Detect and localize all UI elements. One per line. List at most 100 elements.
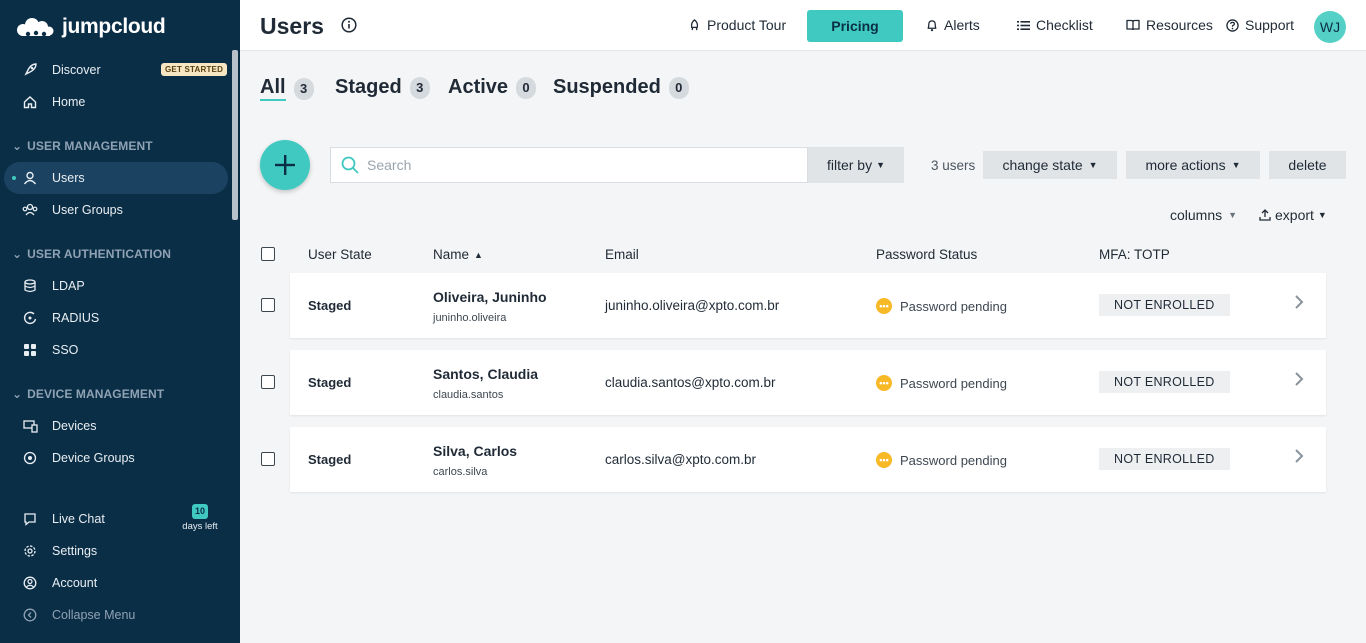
filter-by-dropdown[interactable]: filter by ▼ [808, 147, 904, 183]
support-link[interactable]: Support [1226, 17, 1294, 33]
column-header-email[interactable]: Email [605, 247, 639, 262]
clock-icon: ••• [876, 298, 892, 314]
resources-link[interactable]: Resources [1126, 17, 1213, 33]
column-header-mfa-totp[interactable]: MFA: TOTP [1099, 247, 1170, 262]
caret-down-icon: ▼ [876, 160, 886, 170]
section-device-management[interactable]: ⌄ DEVICE MANAGEMENT [12, 387, 164, 401]
search-input[interactable] [367, 157, 787, 173]
rocket-icon [690, 18, 699, 30]
tab-active[interactable]: Active 0 [448, 76, 537, 99]
tab-label: Suspended [553, 76, 661, 98]
checklist-label: Checklist [1036, 17, 1093, 33]
caret-down-icon: ▼ [1228, 210, 1238, 220]
sidebar-item-account[interactable]: Account [4, 567, 228, 599]
sidebar-item-label: LDAP [52, 279, 85, 293]
add-user-button[interactable] [260, 140, 310, 190]
resources-label: Resources [1146, 17, 1213, 33]
column-header-user-state[interactable]: User State [308, 247, 372, 262]
user-state: Staged [308, 298, 352, 313]
row-checkbox[interactable] [261, 452, 275, 466]
table-row[interactable]: Staged Oliveira, Juninho juninho.oliveir… [290, 273, 1326, 338]
chevron-right-icon[interactable] [1294, 371, 1304, 392]
password-status: ••• Password pending [876, 298, 1007, 314]
sort-ascending-icon: ▲ [474, 249, 483, 260]
chevron-right-icon[interactable] [1294, 448, 1304, 469]
caret-down-icon: ▼ [1231, 160, 1241, 170]
user-username: carlos.silva [433, 466, 488, 478]
password-status: ••• Password pending [876, 375, 1007, 391]
columns-dropdown[interactable]: columns ▼ [1170, 207, 1237, 223]
info-icon[interactable] [341, 17, 357, 38]
search-icon [341, 156, 359, 174]
tab-label: Staged [335, 76, 402, 98]
sidebar-item-label: Settings [52, 544, 98, 558]
sidebar-item-ldap[interactable]: LDAP [4, 270, 228, 302]
tab-suspended[interactable]: Suspended 0 [553, 76, 689, 99]
user-state: Staged [308, 375, 352, 390]
row-checkbox[interactable] [261, 375, 275, 389]
get-started-badge[interactable]: GET STARTED [161, 63, 228, 76]
more-actions-button[interactable]: more actions ▼ [1126, 151, 1260, 179]
sidebar-item-radius[interactable]: RADIUS [4, 302, 228, 334]
export-dropdown[interactable]: export ▼ [1259, 207, 1327, 223]
select-all-checkbox[interactable] [261, 247, 275, 261]
chevron-down-icon: ⌄ [12, 247, 23, 261]
sidebar-item-collapse-menu[interactable]: Collapse Menu [4, 599, 228, 631]
sidebar-item-label: RADIUS [52, 311, 100, 325]
top-bar: Users Product Tour Pricing Alerts Checkl… [240, 0, 1366, 51]
sidebar-item-label: Devices [52, 419, 97, 433]
sidebar-item-home[interactable]: Home [4, 86, 228, 118]
product-tour-link[interactable]: Product Tour [688, 17, 786, 33]
tab-staged[interactable]: Staged 3 [335, 76, 430, 99]
chevron-right-icon[interactable] [1294, 294, 1304, 315]
trial-days-count: 10 [192, 504, 208, 519]
user-full-name: Oliveira, Juninho [433, 289, 547, 305]
alerts-link[interactable]: Alerts [926, 17, 980, 33]
book-icon [1126, 19, 1140, 31]
search-box [330, 147, 808, 183]
user-icon [22, 170, 38, 186]
section-title: USER AUTHENTICATION [27, 247, 172, 261]
sidebar-item-label: Home [52, 95, 86, 109]
chat-icon [22, 511, 38, 527]
checklist-link[interactable]: Checklist [1017, 17, 1093, 33]
sidebar-item-devices[interactable]: Devices [4, 410, 228, 442]
column-header-name[interactable]: Name ▲ [433, 247, 483, 262]
table-row[interactable]: Staged Santos, Claudia claudia.santos cl… [290, 350, 1326, 415]
change-state-label: change state [1002, 157, 1083, 173]
table-row[interactable]: Staged Silva, Carlos carlos.silva carlos… [290, 427, 1326, 492]
delete-button[interactable]: delete [1269, 151, 1346, 179]
mfa-status-badge: NOT ENROLLED [1099, 371, 1230, 393]
user-email: claudia.santos@xpto.com.br [605, 375, 776, 390]
sidebar-scrollbar[interactable] [232, 50, 238, 220]
sidebar-item-sso[interactable]: SSO [4, 334, 228, 366]
export-icon [1259, 209, 1271, 221]
sidebar-item-user-groups[interactable]: User Groups [4, 194, 228, 226]
bell-icon [927, 19, 937, 31]
chevron-down-icon: ⌄ [12, 387, 23, 401]
tab-label: All [260, 76, 286, 101]
change-state-button[interactable]: change state ▼ [983, 151, 1117, 179]
avatar[interactable]: WJ [1314, 11, 1346, 43]
chevron-down-icon: ⌄ [12, 139, 23, 153]
trial-days-label: days left [182, 521, 218, 532]
sidebar-item-device-groups[interactable]: Device Groups [4, 442, 228, 474]
columns-label: columns [1170, 207, 1223, 223]
clock-icon: ••• [876, 375, 892, 391]
logo[interactable]: jumpcloud [16, 14, 166, 40]
tab-count: 3 [293, 77, 314, 100]
database-icon [22, 278, 38, 294]
row-checkbox[interactable] [261, 298, 275, 312]
product-tour-label: Product Tour [707, 17, 787, 33]
support-label: Support [1245, 17, 1295, 33]
mfa-status-badge: NOT ENROLLED [1099, 448, 1230, 470]
section-user-management[interactable]: ⌄ USER MANAGEMENT [12, 139, 153, 153]
user-state: Staged [308, 452, 352, 467]
sidebar-item-label: Discover [52, 63, 101, 77]
column-header-password-status[interactable]: Password Status [876, 247, 977, 262]
pricing-button[interactable]: Pricing [807, 10, 903, 42]
sidebar-item-users[interactable]: Users [4, 162, 228, 194]
tab-all[interactable]: All 3 [260, 76, 314, 101]
sidebar-item-settings[interactable]: Settings [4, 535, 228, 567]
section-user-authentication[interactable]: ⌄ USER AUTHENTICATION [12, 247, 171, 261]
